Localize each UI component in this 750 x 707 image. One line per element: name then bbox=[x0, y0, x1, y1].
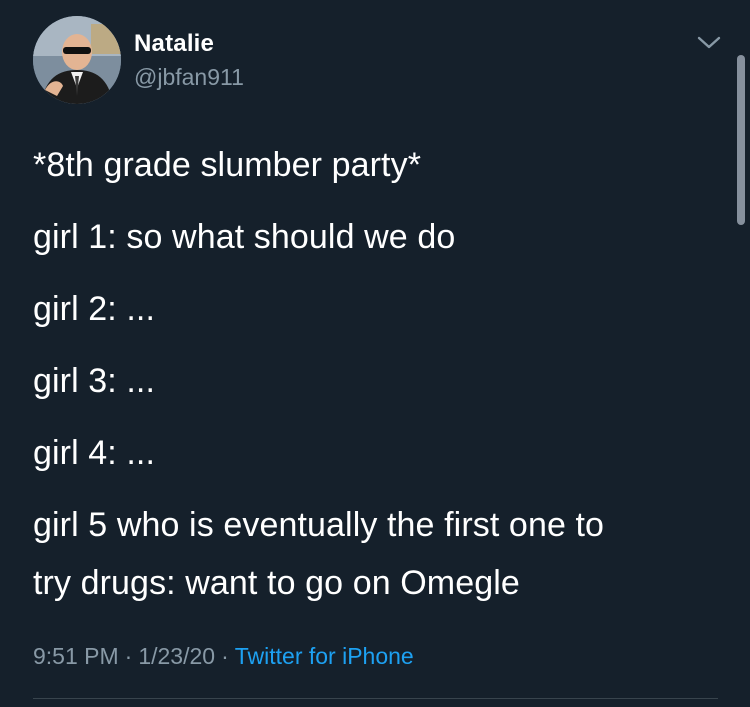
meta-separator: · bbox=[124, 643, 133, 669]
tweet-line: girl 3: ... bbox=[33, 362, 156, 400]
tweet-meta: 9:51 PM · 1/23/20 · Twitter for iPhone bbox=[33, 643, 414, 670]
tweet-source-link[interactable]: Twitter for iPhone bbox=[235, 643, 414, 669]
avatar[interactable] bbox=[33, 16, 121, 104]
tweet-line: girl 2: ... bbox=[33, 290, 156, 328]
tweet-text: *8th grade slumber party* girl 1: so wha… bbox=[33, 136, 723, 626]
chevron-down-icon[interactable] bbox=[694, 33, 724, 53]
tweet-time[interactable]: 9:51 PM bbox=[33, 643, 119, 669]
tweet-line: *8th grade slumber party* bbox=[33, 146, 422, 184]
author-display-name[interactable]: Natalie bbox=[134, 30, 214, 58]
tweet-line: girl 5 who is eventually the first one t… bbox=[33, 506, 605, 544]
tweet-line: try drugs: want to go on Omegle bbox=[33, 564, 520, 602]
tweet-detail: Natalie @jbfan911 *8th grade slumber par… bbox=[0, 0, 750, 707]
scrollbar[interactable] bbox=[737, 55, 745, 225]
tweet-date[interactable]: 1/23/20 bbox=[138, 643, 215, 669]
divider bbox=[33, 698, 718, 699]
tweet-line: girl 1: so what should we do bbox=[33, 218, 456, 256]
profile-photo-icon bbox=[33, 16, 121, 104]
meta-separator: · bbox=[221, 643, 229, 669]
author-handle[interactable]: @jbfan911 bbox=[134, 64, 244, 91]
tweet-line: girl 4: ... bbox=[33, 434, 156, 472]
